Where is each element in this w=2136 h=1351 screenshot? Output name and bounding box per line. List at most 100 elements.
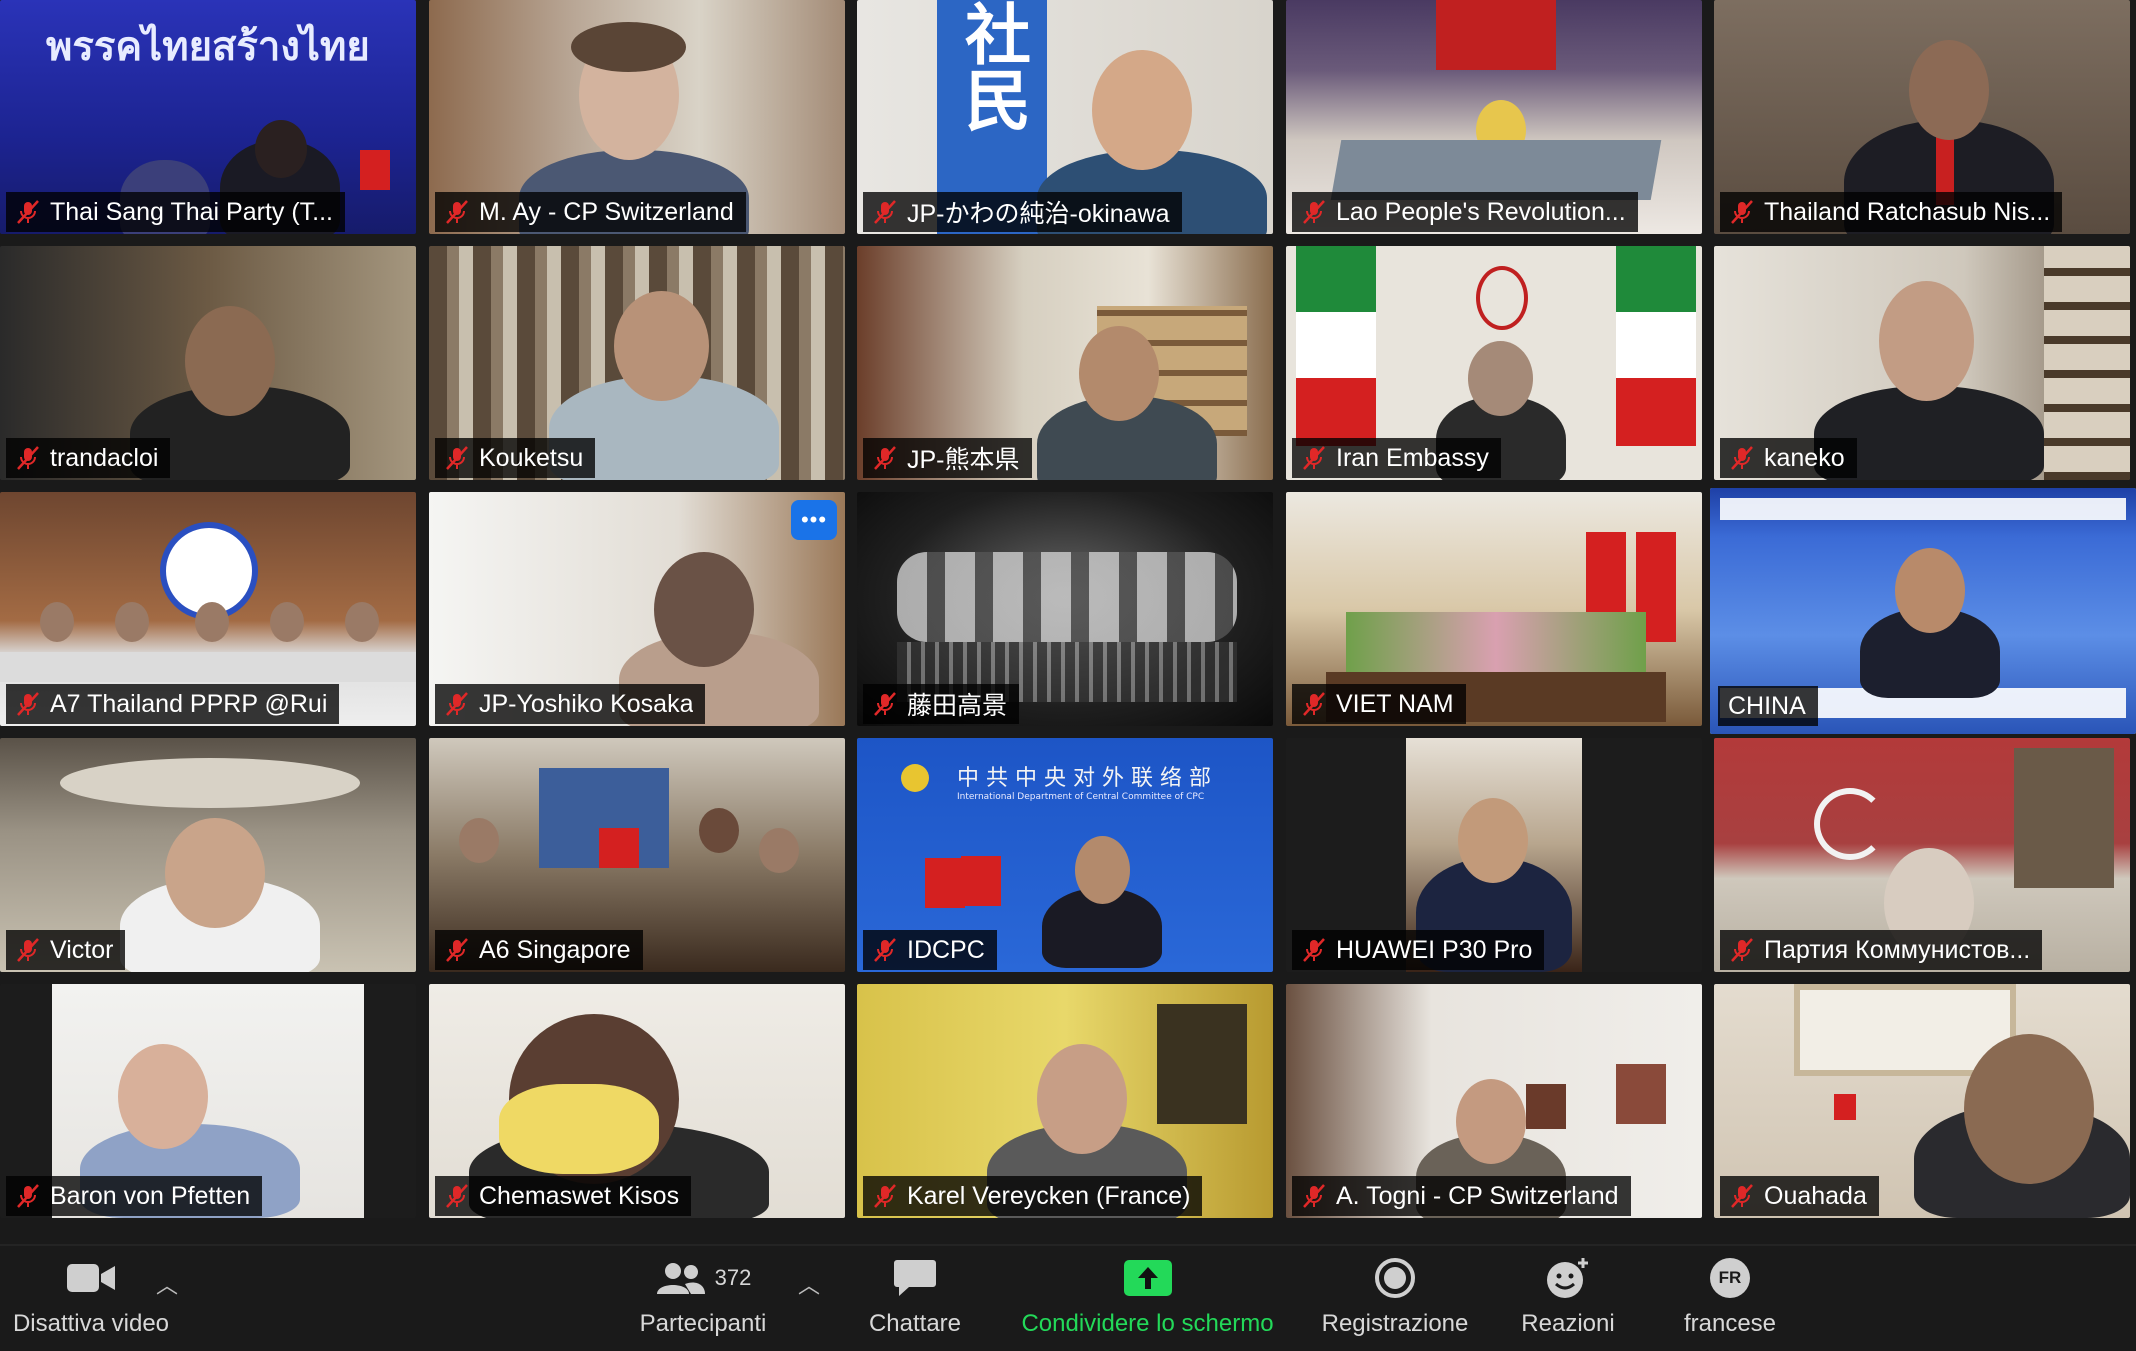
video-tile[interactable]: Kouketsu — [429, 246, 845, 480]
participant-name-tag: A. Togni - CP Switzerland — [1292, 1176, 1631, 1216]
emblem-icon — [1476, 266, 1528, 330]
participant-name-tag: Ouahada — [1720, 1176, 1879, 1216]
stop-video-button[interactable]: Disattiva video — [6, 1256, 176, 1338]
participant-name: Thailand Ratchasub Nis... — [1764, 197, 2051, 226]
muted-mic-icon — [1303, 692, 1325, 716]
more-options-button[interactable]: ••• — [791, 500, 837, 540]
reactions-button[interactable]: Reazioni — [1508, 1256, 1628, 1338]
participant-name-tag: Victor — [6, 930, 126, 970]
participant-name-tag: Chemaswet Kisos — [435, 1176, 692, 1216]
participant-name-tag: Партия Коммунистов... — [1720, 930, 2043, 970]
video-tile[interactable]: A6 Singapore — [429, 738, 845, 972]
participant-name-tag: Karel Vereycken (France) — [863, 1176, 1203, 1216]
video-tile[interactable]: Karel Vereycken (France) — [857, 984, 1273, 1218]
participant-name-tag: Baron von Pfetten — [6, 1176, 263, 1216]
participant-name: VIET NAM — [1336, 689, 1454, 718]
participant-name-tag: JP-Yoshiko Kosaka — [435, 684, 706, 724]
stop-video-label: Disattiva video — [12, 1310, 170, 1337]
participant-name-tag: A6 Singapore — [435, 930, 643, 970]
video-tile[interactable]: VIET NAM — [1286, 492, 1702, 726]
video-tile[interactable]: trandacloi — [0, 246, 416, 480]
video-tile[interactable]: พรรคไทยสร้างไทย Thai Sang Thai Party (T.… — [0, 0, 416, 234]
video-tile[interactable]: 社民 JP-かわの純治-okinawa — [857, 0, 1273, 234]
video-tile[interactable]: Lao People's Revolution... — [1286, 0, 1702, 234]
video-options-chevron-up-icon[interactable]: ︿ — [156, 1268, 178, 1300]
participant-name-tag: IDCPC — [863, 930, 997, 970]
video-tile[interactable]: Chemaswet Kisos — [429, 984, 845, 1218]
record-icon — [1375, 1258, 1415, 1298]
participant-name: Victor — [50, 935, 114, 964]
video-tile[interactable]: HUAWEI P30 Pro — [1286, 738, 1702, 972]
chat-button[interactable]: Chattare — [850, 1256, 980, 1338]
participant-name-tag: Lao People's Revolution... — [1292, 192, 1638, 232]
participant-name-tag: VIET NAM — [1292, 684, 1466, 724]
muted-mic-icon — [17, 938, 39, 962]
hammer-sickle-icon — [1814, 788, 1886, 860]
muted-mic-icon — [1731, 1184, 1753, 1208]
share-screen-button[interactable]: Condividere lo schermo — [1010, 1256, 1285, 1338]
flag-icon — [360, 150, 390, 190]
participant-name: IDCPC — [907, 935, 985, 964]
language-interpretation-button[interactable]: FR francese — [1670, 1256, 1790, 1338]
muted-mic-icon — [1303, 200, 1325, 224]
video-tile[interactable]: A7 Thailand PPRP @Rui — [0, 492, 416, 726]
muted-mic-icon — [1303, 938, 1325, 962]
participant-name-tag: HUAWEI P30 Pro — [1292, 930, 1545, 970]
record-button[interactable]: Registrazione — [1310, 1256, 1480, 1338]
video-tile[interactable]: Ouahada — [1714, 984, 2130, 1218]
language-badge-icon: FR — [1710, 1258, 1750, 1298]
video-tile[interactable]: Victor — [0, 738, 416, 972]
participant-name: HUAWEI P30 Pro — [1336, 935, 1533, 964]
participant-name: Baron von Pfetten — [50, 1181, 251, 1210]
video-tile[interactable]: 中共中央对外联络部 International Department of Ce… — [857, 738, 1273, 972]
participant-name: 藤田高景 — [907, 692, 1008, 720]
video-tile[interactable]: A. Togni - CP Switzerland — [1286, 984, 1702, 1218]
video-camera-icon — [67, 1264, 115, 1292]
muted-mic-icon — [17, 446, 39, 470]
video-tile[interactable]: Baron von Pfetten — [0, 984, 416, 1218]
muted-mic-icon — [17, 1184, 39, 1208]
muted-mic-icon — [446, 446, 468, 470]
participant-name-tag: kaneko — [1720, 438, 1857, 478]
participant-name: Thai Sang Thai Party (T... — [50, 197, 333, 226]
participant-name: trandacloi — [50, 443, 159, 472]
people-icon — [656, 1263, 705, 1294]
video-tile[interactable]: JP-熊本県 — [857, 246, 1273, 480]
muted-mic-icon — [17, 200, 39, 224]
participants-button[interactable]: 372 Partecipanti — [628, 1256, 778, 1338]
participant-name: JP-Yoshiko Kosaka — [479, 689, 694, 718]
video-tile[interactable]: Iran Embassy — [1286, 246, 1702, 480]
participants-count: 372 — [714, 1265, 752, 1290]
participant-name-tag: trandacloi — [6, 438, 171, 478]
participants-options-chevron-up-icon[interactable]: ︿ — [798, 1268, 820, 1300]
muted-mic-icon — [17, 692, 39, 716]
video-tile[interactable]: 藤田高景 — [857, 492, 1273, 726]
muted-mic-icon — [874, 200, 896, 224]
banner-text: 社民 — [954, 0, 1031, 132]
participant-name-tag: Kouketsu — [435, 438, 596, 478]
share-screen-label: Condividere lo schermo — [1021, 1310, 1274, 1337]
muted-mic-icon — [446, 938, 468, 962]
video-tile[interactable]: kaneko — [1714, 246, 2130, 480]
participant-name: Ouahada — [1764, 1181, 1867, 1210]
reactions-label: Reazioni — [1521, 1310, 1615, 1337]
participant-name: A. Togni - CP Switzerland — [1336, 1181, 1619, 1210]
muted-mic-icon — [446, 692, 468, 716]
face-mask — [499, 1084, 659, 1174]
video-tile-active-speaker[interactable]: CHINA — [1710, 488, 2136, 734]
muted-mic-icon — [1731, 938, 1753, 962]
language-badge-text: FR — [1718, 1268, 1742, 1287]
participant-name-tag: M. Ay - CP Switzerland — [435, 192, 746, 232]
video-tile[interactable]: Партия Коммунистов... — [1714, 738, 2130, 972]
participant-name: A6 Singapore — [479, 935, 631, 964]
video-tile[interactable]: ••• JP-Yoshiko Kosaka — [429, 492, 845, 726]
banner-text: 中共中央对外联络部 — [957, 766, 1219, 791]
participant-name-tag: Iran Embassy — [1292, 438, 1501, 478]
participant-name: Kouketsu — [479, 443, 584, 472]
participant-name: kaneko — [1764, 443, 1845, 472]
smiley-plus-icon — [1547, 1258, 1588, 1298]
video-tile[interactable]: Thailand Ratchasub Nis... — [1714, 0, 2130, 234]
participant-name-tag: CHINA — [1718, 686, 1818, 726]
video-tile[interactable]: M. Ay - CP Switzerland — [429, 0, 845, 234]
muted-mic-icon — [1731, 200, 1753, 224]
